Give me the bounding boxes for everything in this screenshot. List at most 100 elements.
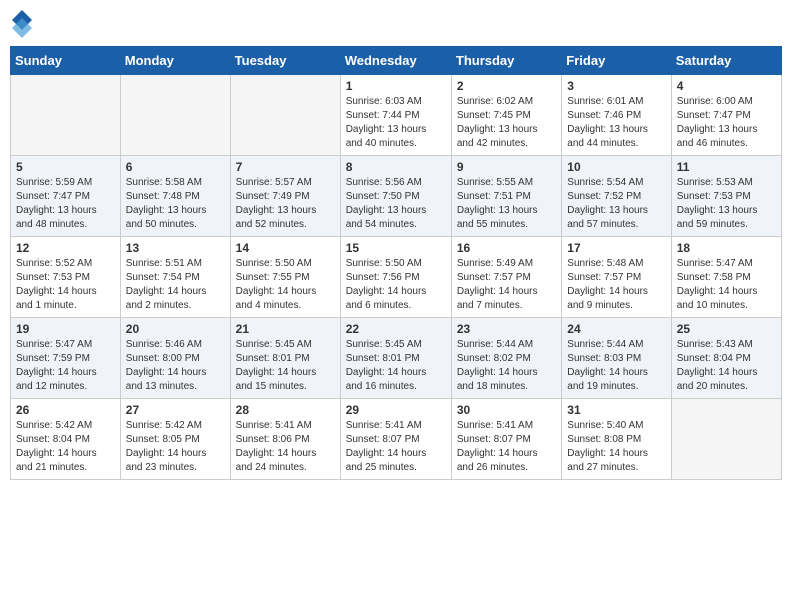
day-number: 7 (236, 160, 335, 174)
day-number: 4 (677, 79, 776, 93)
logo-icon (12, 10, 32, 38)
day-number: 28 (236, 403, 335, 417)
calendar-cell: 8 Sunrise: 5:56 AM Sunset: 7:50 PM Daylig… (340, 156, 451, 237)
weekday-header-row: SundayMondayTuesdayWednesdayThursdayFrid… (11, 47, 782, 75)
day-number: 22 (346, 322, 446, 336)
calendar-cell: 15 Sunrise: 5:50 AM Sunset: 7:56 PM Dayli… (340, 237, 451, 318)
day-number: 14 (236, 241, 335, 255)
day-info: Sunrise: 5:41 AM Sunset: 8:07 PM Dayligh… (346, 419, 446, 475)
calendar-cell: 24 Sunrise: 5:44 AM Sunset: 8:03 PM Dayli… (562, 318, 671, 399)
day-number: 15 (346, 241, 446, 255)
weekday-header-wednesday: Wednesday (340, 47, 451, 75)
day-number: 17 (567, 241, 665, 255)
calendar-cell: 25 Sunrise: 5:43 AM Sunset: 8:04 PM Dayli… (671, 318, 781, 399)
day-info: Sunrise: 5:57 AM Sunset: 7:49 PM Dayligh… (236, 176, 335, 232)
calendar-cell: 27 Sunrise: 5:42 AM Sunset: 8:05 PM Dayli… (120, 399, 230, 480)
weekday-header-thursday: Thursday (451, 47, 561, 75)
weekday-header-friday: Friday (562, 47, 671, 75)
day-number: 3 (567, 79, 665, 93)
day-number: 24 (567, 322, 665, 336)
day-info: Sunrise: 5:45 AM Sunset: 8:01 PM Dayligh… (346, 338, 446, 394)
day-info: Sunrise: 5:42 AM Sunset: 8:04 PM Dayligh… (16, 419, 115, 475)
day-info: Sunrise: 5:56 AM Sunset: 7:50 PM Dayligh… (346, 176, 446, 232)
day-info: Sunrise: 6:00 AM Sunset: 7:47 PM Dayligh… (677, 95, 776, 151)
weekday-header-saturday: Saturday (671, 47, 781, 75)
calendar-cell: 6 Sunrise: 5:58 AM Sunset: 7:48 PM Daylig… (120, 156, 230, 237)
calendar-cell: 16 Sunrise: 5:49 AM Sunset: 7:57 PM Dayli… (451, 237, 561, 318)
day-info: Sunrise: 5:45 AM Sunset: 8:01 PM Dayligh… (236, 338, 335, 394)
calendar-cell: 11 Sunrise: 5:53 AM Sunset: 7:53 PM Dayli… (671, 156, 781, 237)
calendar-cell: 3 Sunrise: 6:01 AM Sunset: 7:46 PM Daylig… (562, 75, 671, 156)
calendar-cell: 5 Sunrise: 5:59 AM Sunset: 7:47 PM Daylig… (11, 156, 121, 237)
calendar-cell: 18Sunrise: 5:47 AM Sunset: 7:58 PM Dayli… (671, 237, 781, 318)
day-number: 31 (567, 403, 665, 417)
logo (10, 10, 36, 38)
calendar-cell (120, 75, 230, 156)
calendar-cell: 1 Sunrise: 6:03 AM Sunset: 7:44 PM Daylig… (340, 75, 451, 156)
day-info: Sunrise: 5:48 AM Sunset: 7:57 PM Dayligh… (567, 257, 665, 313)
calendar-week-row: 19Sunrise: 5:47 AM Sunset: 7:59 PM Dayli… (11, 318, 782, 399)
day-number: 11 (677, 160, 776, 174)
day-info: Sunrise: 5:58 AM Sunset: 7:48 PM Dayligh… (126, 176, 225, 232)
day-info: Sunrise: 5:59 AM Sunset: 7:47 PM Dayligh… (16, 176, 115, 232)
calendar-cell: 29 Sunrise: 5:41 AM Sunset: 8:07 PM Dayli… (340, 399, 451, 480)
day-info: Sunrise: 5:44 AM Sunset: 8:03 PM Dayligh… (567, 338, 665, 394)
day-info: Sunrise: 5:42 AM Sunset: 8:05 PM Dayligh… (126, 419, 225, 475)
day-info: Sunrise: 5:53 AM Sunset: 7:53 PM Dayligh… (677, 176, 776, 232)
day-number: 25 (677, 322, 776, 336)
day-number: 12 (16, 241, 115, 255)
page-header (10, 10, 782, 38)
calendar-cell: 12 Sunrise: 5:52 AM Sunset: 7:53 PM Dayli… (11, 237, 121, 318)
day-number: 20 (126, 322, 225, 336)
day-number: 13 (126, 241, 225, 255)
calendar-cell: 14 Sunrise: 5:50 AM Sunset: 7:55 PM Dayli… (230, 237, 340, 318)
day-number: 27 (126, 403, 225, 417)
day-info: Sunrise: 5:50 AM Sunset: 7:55 PM Dayligh… (236, 257, 335, 313)
day-info: Sunrise: 5:44 AM Sunset: 8:02 PM Dayligh… (457, 338, 556, 394)
weekday-header-sunday: Sunday (11, 47, 121, 75)
day-info: Sunrise: 6:01 AM Sunset: 7:46 PM Dayligh… (567, 95, 665, 151)
calendar-cell (11, 75, 121, 156)
calendar-cell (230, 75, 340, 156)
weekday-header-tuesday: Tuesday (230, 47, 340, 75)
day-number: 2 (457, 79, 556, 93)
day-number: 23 (457, 322, 556, 336)
day-number: 8 (346, 160, 446, 174)
calendar-week-row: 26Sunrise: 5:42 AM Sunset: 8:04 PM Dayli… (11, 399, 782, 480)
day-info: Sunrise: 5:43 AM Sunset: 8:04 PM Dayligh… (677, 338, 776, 394)
day-number: 10 (567, 160, 665, 174)
calendar-cell: 22 Sunrise: 5:45 AM Sunset: 8:01 PM Dayli… (340, 318, 451, 399)
calendar-cell: 30 Sunrise: 5:41 AM Sunset: 8:07 PM Dayli… (451, 399, 561, 480)
day-number: 1 (346, 79, 446, 93)
day-info: Sunrise: 5:55 AM Sunset: 7:51 PM Dayligh… (457, 176, 556, 232)
calendar-cell: 9 Sunrise: 5:55 AM Sunset: 7:51 PM Daylig… (451, 156, 561, 237)
calendar-cell: 26Sunrise: 5:42 AM Sunset: 8:04 PM Dayli… (11, 399, 121, 480)
day-number: 29 (346, 403, 446, 417)
calendar-week-row: 12 Sunrise: 5:52 AM Sunset: 7:53 PM Dayli… (11, 237, 782, 318)
calendar-cell: 2 Sunrise: 6:02 AM Sunset: 7:45 PM Daylig… (451, 75, 561, 156)
calendar-cell: 19Sunrise: 5:47 AM Sunset: 7:59 PM Dayli… (11, 318, 121, 399)
day-number: 21 (236, 322, 335, 336)
day-info: Sunrise: 5:41 AM Sunset: 8:07 PM Dayligh… (457, 419, 556, 475)
day-info: Sunrise: 6:02 AM Sunset: 7:45 PM Dayligh… (457, 95, 556, 151)
calendar-cell: 20 Sunrise: 5:46 AM Sunset: 8:00 PM Dayli… (120, 318, 230, 399)
calendar-cell (671, 399, 781, 480)
calendar-cell: 7 Sunrise: 5:57 AM Sunset: 7:49 PM Daylig… (230, 156, 340, 237)
calendar-cell: 13Sunrise: 5:51 AM Sunset: 7:54 PM Dayli… (120, 237, 230, 318)
day-number: 6 (126, 160, 225, 174)
day-number: 30 (457, 403, 556, 417)
day-info: Sunrise: 5:50 AM Sunset: 7:56 PM Dayligh… (346, 257, 446, 313)
day-number: 5 (16, 160, 115, 174)
day-info: Sunrise: 6:03 AM Sunset: 7:44 PM Dayligh… (346, 95, 446, 151)
day-number: 9 (457, 160, 556, 174)
calendar-cell: 21 Sunrise: 5:45 AM Sunset: 8:01 PM Dayli… (230, 318, 340, 399)
day-number: 16 (457, 241, 556, 255)
calendar-table: SundayMondayTuesdayWednesdayThursdayFrid… (10, 46, 782, 480)
day-info: Sunrise: 5:54 AM Sunset: 7:52 PM Dayligh… (567, 176, 665, 232)
calendar-cell: 4 Sunrise: 6:00 AM Sunset: 7:47 PM Daylig… (671, 75, 781, 156)
day-info: Sunrise: 5:41 AM Sunset: 8:06 PM Dayligh… (236, 419, 335, 475)
day-info: Sunrise: 5:52 AM Sunset: 7:53 PM Dayligh… (16, 257, 115, 313)
day-info: Sunrise: 5:49 AM Sunset: 7:57 PM Dayligh… (457, 257, 556, 313)
calendar-cell: 23 Sunrise: 5:44 AM Sunset: 8:02 PM Dayli… (451, 318, 561, 399)
day-info: Sunrise: 5:46 AM Sunset: 8:00 PM Dayligh… (126, 338, 225, 394)
